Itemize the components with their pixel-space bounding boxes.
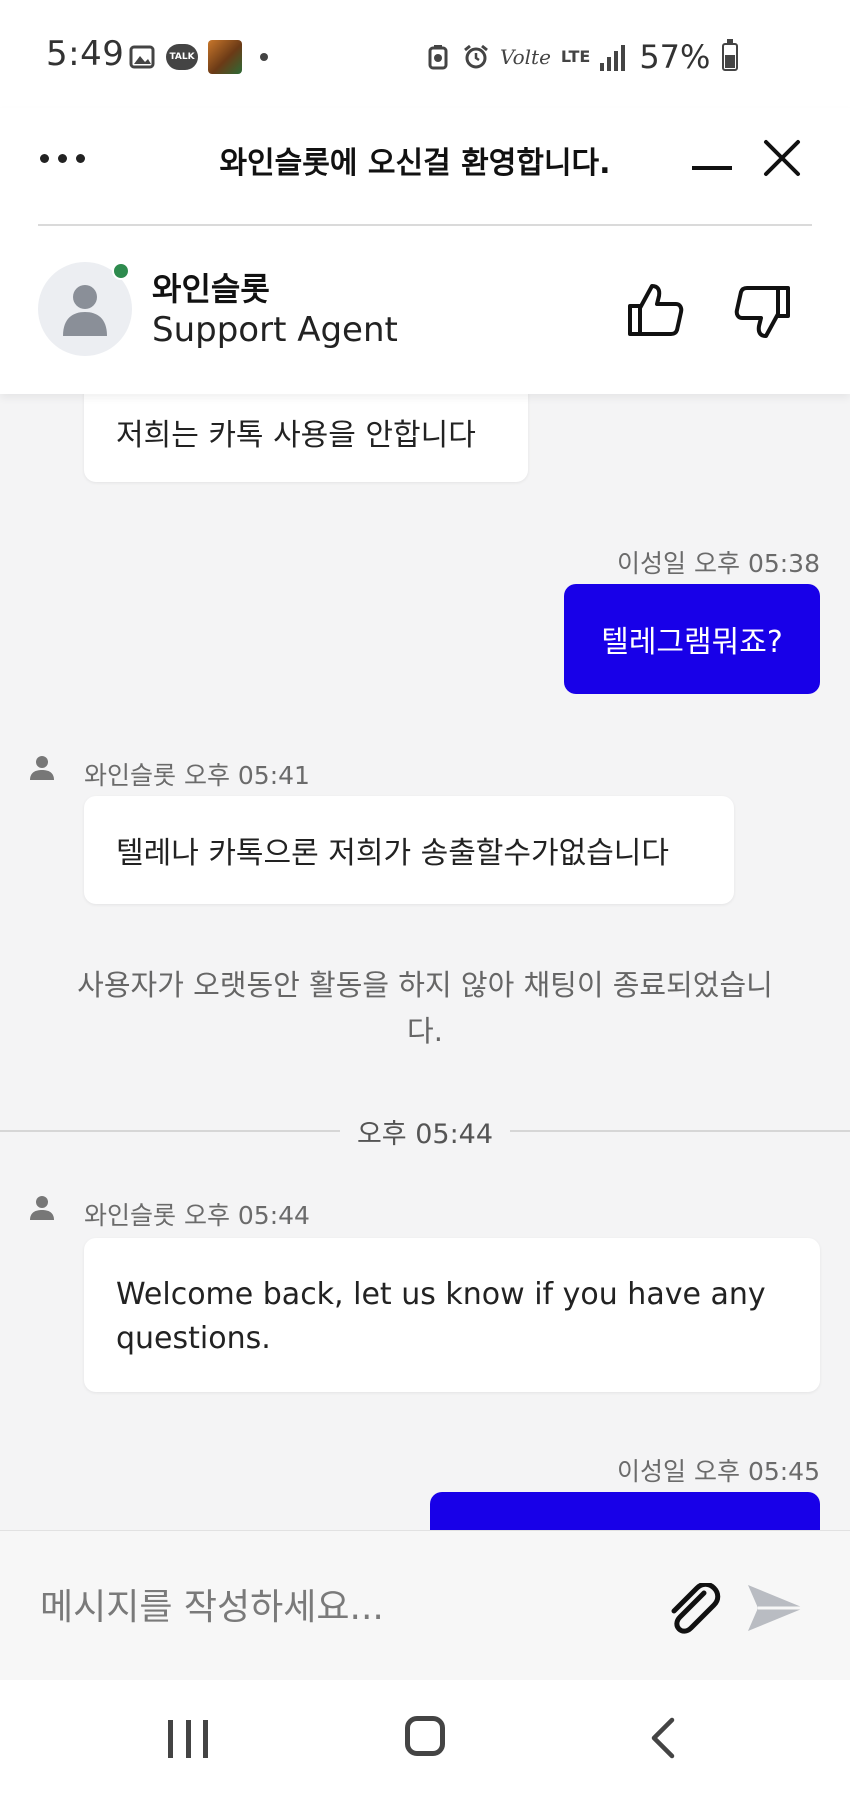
person-icon (63, 285, 107, 336)
separator-time: 오후 05:44 (356, 1119, 494, 1150)
person-icon (30, 1196, 54, 1220)
message-list[interactable]: 저희는 카톡 사용을 안합니다 이성일 오후 05:38 텔레그램뭐죠? 와인슬… (0, 394, 850, 1530)
game-app-icon (208, 40, 242, 74)
home-button[interactable] (405, 1716, 445, 1756)
person-icon (30, 756, 54, 780)
send-icon[interactable] (746, 1581, 806, 1635)
user-message (430, 1492, 820, 1530)
kakaotalk-icon: TALK (166, 44, 198, 70)
message-text: Welcome back, let us know if you have an… (116, 1277, 766, 1356)
lte-icon: LTE (560, 47, 591, 66)
message-meta: 와인슬롯 오후 05:44 (84, 1201, 310, 1230)
battery-percent: 57% (639, 38, 711, 76)
message-text: 텔레그램뭐죠? (601, 625, 783, 660)
message-composer (0, 1530, 850, 1680)
time-separator: 오후 05:44 (0, 1110, 850, 1150)
minimize-button[interactable] (692, 166, 732, 170)
message-input[interactable] (40, 1583, 620, 1631)
recycle-battery-icon (428, 45, 448, 70)
paperclip-icon[interactable] (664, 1583, 722, 1635)
status-time: 5:49 (46, 34, 125, 74)
message-text: 텔레나 카톡으론 저희가 송출할수가없습니다 (116, 836, 670, 871)
agent-role: Support Agent (152, 310, 398, 350)
header-divider (38, 224, 812, 226)
more-notifications-icon (260, 53, 268, 61)
agent-message: 텔레나 카톡으론 저희가 송출할수가없습니다 (84, 796, 734, 904)
chat-title: 와인슬롯에 오신걸 환영합니다. (219, 146, 611, 181)
agent-message: 저희는 카톡 사용을 안합니다 (84, 394, 528, 482)
close-icon[interactable] (762, 138, 802, 178)
message-meta: 와인슬롯 오후 05:41 (84, 761, 310, 790)
notification-icons: TALK (128, 40, 268, 74)
online-status-dot (112, 262, 130, 280)
back-icon[interactable] (648, 1716, 676, 1760)
status-bar: 5:49 TALK Volte LTE 57% (0, 0, 850, 108)
message-text: 저희는 카톡 사용을 안합니다 (116, 418, 476, 453)
system-notice: 사용자가 오랫동안 활동을 하지 않아 채팅이 종료되었습니다. (77, 968, 773, 1048)
message-meta: 이성일 오후 05:38 (617, 549, 820, 578)
agent-name: 와인슬롯 (152, 270, 270, 308)
thumbs-down-icon[interactable] (734, 284, 792, 340)
volte-icon: Volte (500, 45, 551, 69)
system-icons: Volte LTE 57% (424, 38, 739, 76)
alarm-icon (464, 44, 488, 69)
recents-button[interactable] (168, 1720, 208, 1758)
signal-icon (600, 43, 626, 71)
battery-icon (722, 39, 739, 71)
agent-message: Welcome back, let us know if you have an… (84, 1238, 820, 1392)
message-meta: 이성일 오후 05:45 (617, 1457, 820, 1486)
thumbs-up-icon[interactable] (626, 282, 684, 338)
more-options-button[interactable] (40, 154, 85, 163)
navigation-bar (0, 1680, 850, 1794)
chat-header: 와인슬롯에 오신걸 환영합니다. 와인슬롯 Support Agent (0, 108, 850, 394)
gallery-icon (129, 45, 155, 69)
user-message: 텔레그램뭐죠? (564, 584, 820, 694)
